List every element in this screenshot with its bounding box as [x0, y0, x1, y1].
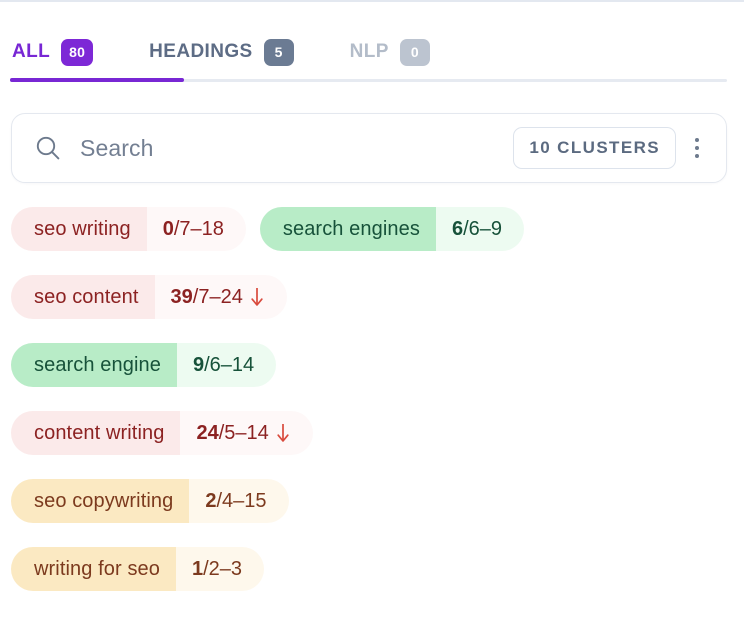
clusters-button[interactable]: 10 CLUSTERS [513, 127, 676, 169]
tab-active-indicator [10, 78, 184, 82]
keyword-chip[interactable]: search engines 6/6–9 [259, 207, 524, 251]
keyword-term: search engines [259, 207, 436, 251]
search-input[interactable] [80, 134, 514, 162]
tab-nlp[interactable]: NLP 0 [350, 32, 448, 72]
tab-nlp-label: NLP [349, 41, 389, 62]
keyword-stat-main: 1 [192, 557, 204, 580]
tab-headings[interactable]: HEADINGS 5 [149, 32, 312, 72]
keyword-term: writing for seo [11, 547, 176, 591]
keyword-stats: 1/2–3 [176, 547, 265, 591]
keyword-chip-list: seo writing 0/7–18 search engines 6/6–9 … [0, 207, 744, 591]
keyword-chip[interactable]: content writing 24/5–14 [11, 411, 313, 455]
keyword-stat-main: 2 [205, 489, 217, 512]
keyword-stats: 24/5–14 [180, 411, 313, 455]
keyword-stats: 2/4–15 [189, 479, 289, 523]
tab-all[interactable]: ALL 80 [10, 32, 111, 72]
keyword-panel: ALL 80 HEADINGS 5 NLP 0 10 CLUSTERS [0, 0, 744, 620]
tab-headings-label: HEADINGS [149, 41, 253, 62]
keyword-chip[interactable]: seo copywriting 2/4–15 [11, 479, 289, 523]
keyword-stats: 39/7–24 [154, 275, 287, 319]
keyword-chip[interactable]: search engine 9/6–14 [11, 343, 277, 387]
keyword-stat-rest: /4–15 [216, 489, 267, 512]
keyword-stat-main: 24 [196, 421, 219, 444]
clusters-button-label: 10 CLUSTERS [529, 138, 660, 157]
keyword-stats: 6/6–9 [435, 207, 524, 251]
trend-down-icon [275, 422, 291, 444]
keyword-stat-main: 0 [162, 217, 174, 240]
keyword-stat-rest: /2–3 [203, 557, 243, 580]
trend-down-icon [249, 286, 265, 308]
kebab-dot-2 [695, 146, 699, 150]
keyword-term: search engine [11, 343, 177, 387]
keyword-chip[interactable]: seo writing 0/7–18 [11, 207, 246, 251]
keyword-stat-main: 6 [451, 217, 464, 240]
tab-all-label: ALL [12, 41, 51, 62]
kebab-menu-icon[interactable] [682, 127, 712, 169]
tab-all-badge: 80 [61, 38, 94, 66]
keyword-stat-main: 9 [192, 353, 205, 376]
keyword-stat-main: 39 [170, 285, 193, 308]
kebab-dot-3 [695, 154, 699, 158]
tab-bar: ALL 80 HEADINGS 5 NLP 0 [0, 2, 744, 88]
keyword-term: content writing [11, 411, 181, 455]
keyword-chip[interactable]: writing for seo 1/2–3 [11, 547, 265, 591]
tab-list: ALL 80 HEADINGS 5 NLP 0 [10, 2, 486, 72]
keyword-stats: 9/6–14 [176, 343, 277, 387]
search-icon [34, 134, 62, 162]
keyword-stat-rest: /7–24 [192, 285, 243, 308]
keyword-term: seo writing [11, 207, 147, 251]
search-bar: 10 CLUSTERS [11, 113, 727, 183]
keyword-stat-rest: /6–9 [463, 217, 502, 240]
kebab-dot-1 [695, 138, 699, 142]
keyword-chip[interactable]: seo content 39/7–24 [11, 275, 287, 319]
keyword-term: seo copywriting [11, 479, 190, 523]
tab-nlp-badge: 0 [399, 38, 430, 66]
keyword-stat-rest: /7–18 [173, 217, 224, 240]
keyword-stat-rest: /5–14 [218, 421, 269, 444]
keyword-stat-rest: /6–14 [204, 353, 255, 376]
tab-headings-badge: 5 [263, 38, 294, 66]
keyword-stats: 0/7–18 [146, 207, 246, 251]
keyword-term: seo content [11, 275, 155, 319]
